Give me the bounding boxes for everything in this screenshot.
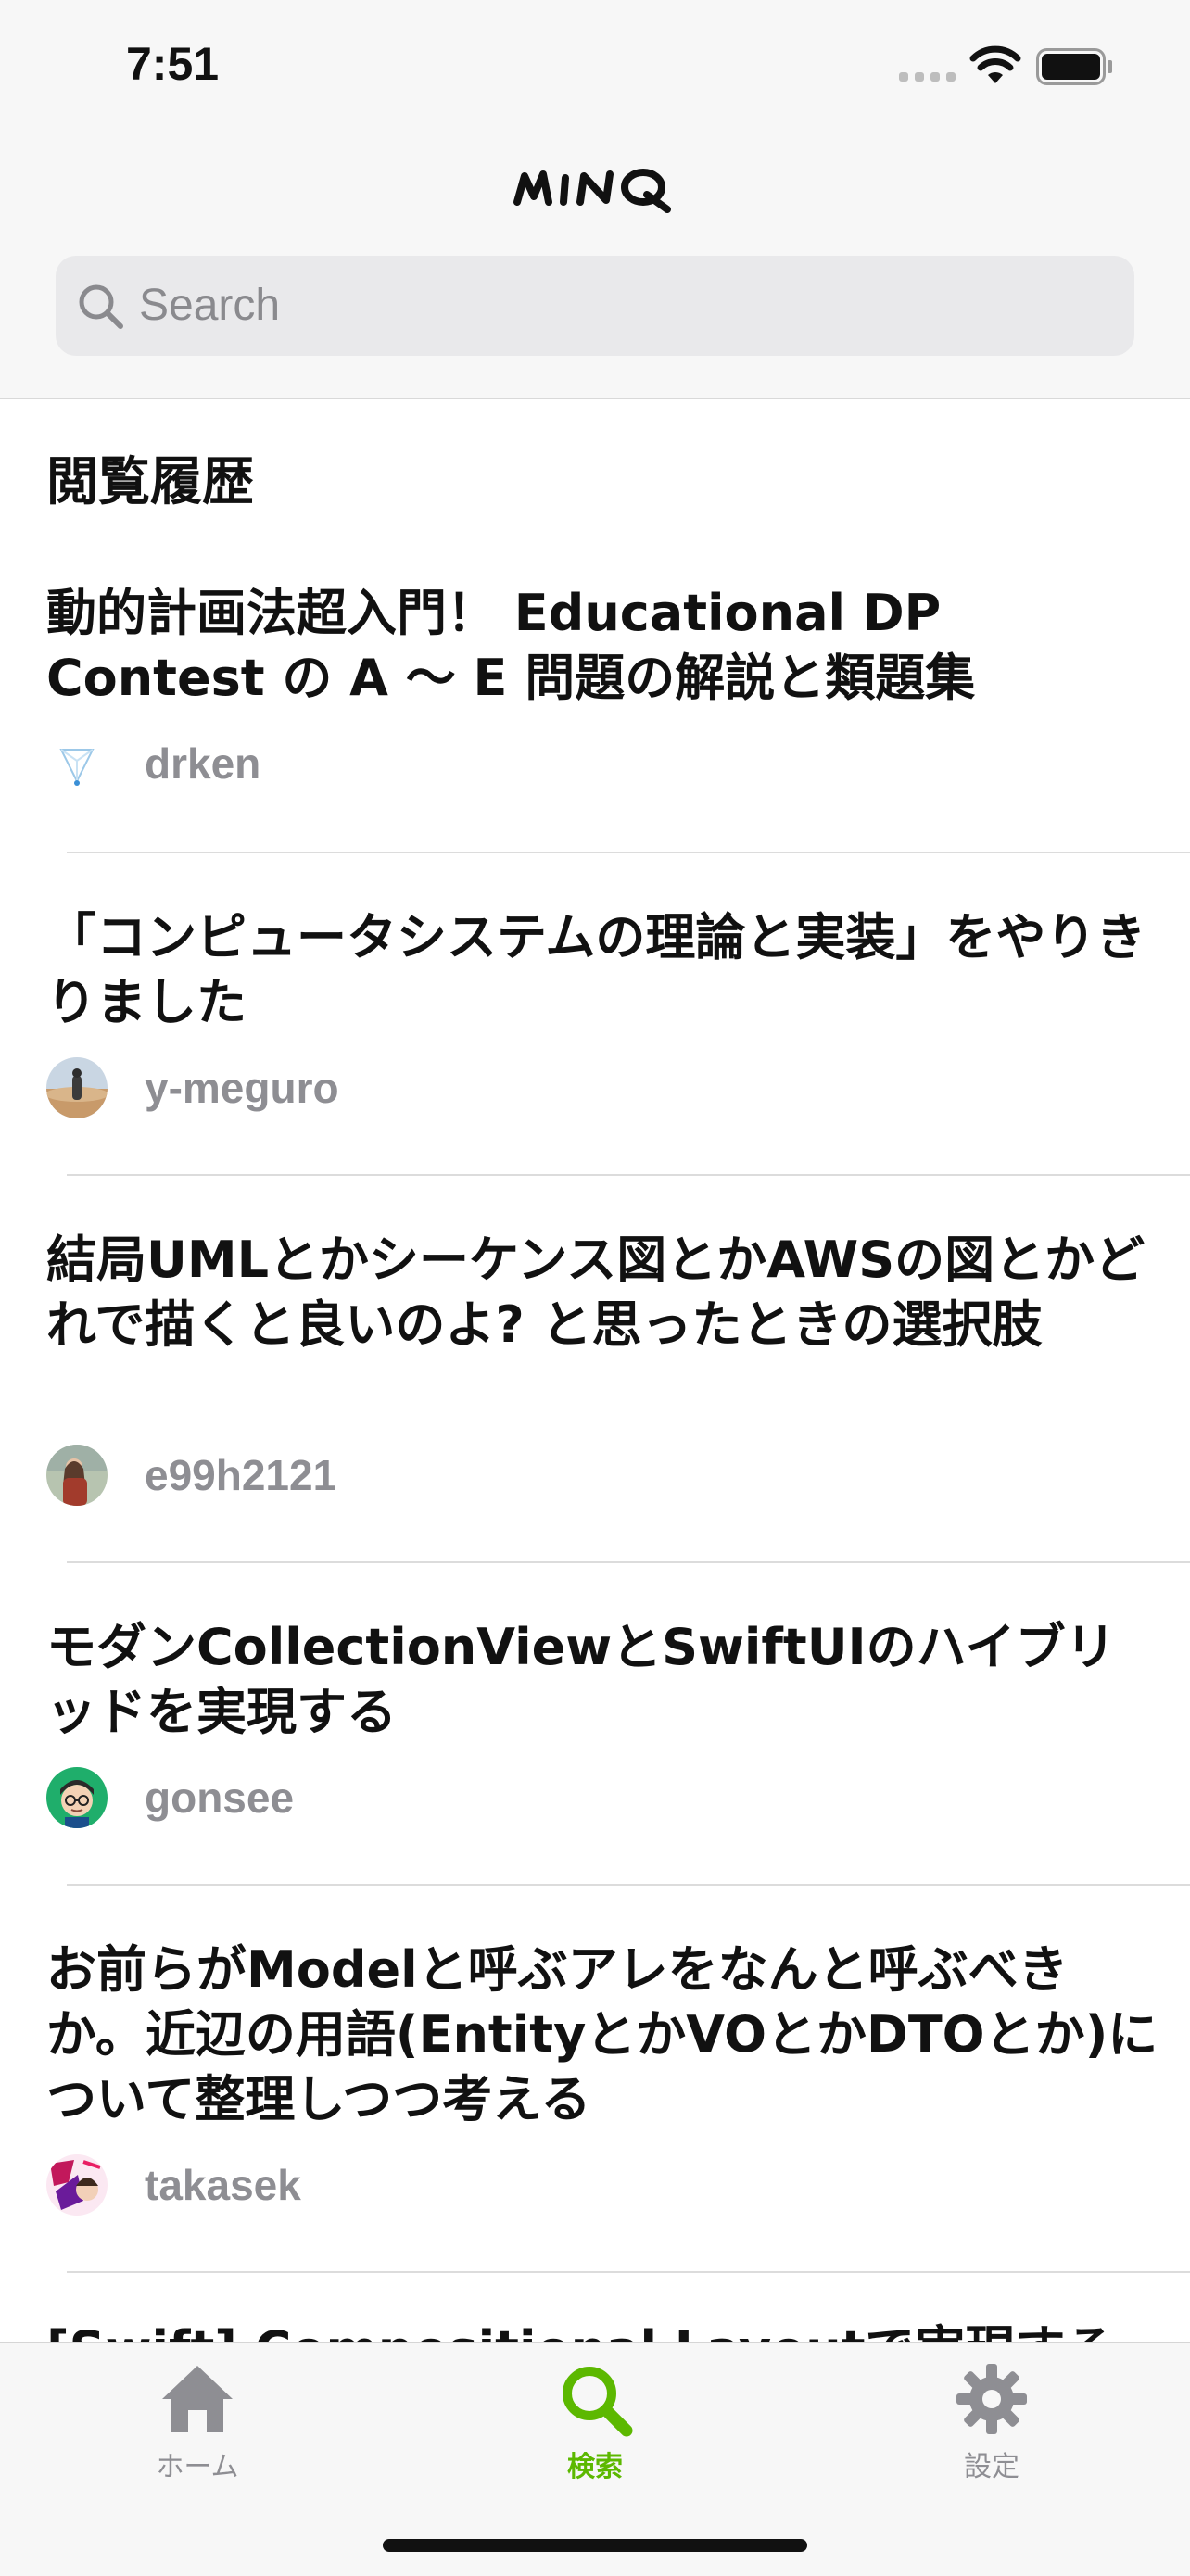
- article-title: 動的計画法超入門！ Educational DP Contest の A 〜 E…: [46, 584, 976, 707]
- list-separator: [67, 852, 1190, 853]
- tab-home[interactable]: ホーム: [105, 2360, 290, 2499]
- author-name: gonsee: [145, 1774, 295, 1822]
- list-item[interactable]: 動的計画法超入門！ Educational DP Contest の A 〜 E…: [0, 581, 1190, 840]
- person-portrait-avatar: [46, 1445, 108, 1506]
- list-separator: [67, 1174, 1190, 1176]
- list-item[interactable]: 「コンピュータシステムの理論と実装」をやりきりました y-meguro: [0, 905, 1190, 1118]
- section-title: 閲覧履歴: [46, 452, 254, 512]
- list-separator: [67, 1561, 1190, 1563]
- status-time: 7:51: [126, 38, 220, 90]
- list-item[interactable]: モダンCollectionViewとSwiftUIのハイブリッドを実現する go…: [0, 1615, 1190, 1828]
- author-name: y-meguro: [145, 1064, 339, 1112]
- article-title: 「コンピュータシステムの理論と実装」をやりきりました: [46, 908, 1146, 1031]
- desert-traveler-avatar: [46, 1057, 108, 1118]
- gear-icon: [956, 2364, 1027, 2434]
- tab-search-label: 検索: [567, 2451, 623, 2483]
- list-item[interactable]: [Swift] Compositional Layoutで実現する: [0, 2317, 1190, 2342]
- history-list[interactable]: 閲覧履歴 動的計画法超入門！ Educational DP Contest の …: [0, 399, 1190, 2342]
- minq-logo: [513, 169, 671, 213]
- article-title: [Swift] Compositional Layoutで実現する: [46, 2317, 1158, 2342]
- cellular-signal-icon: [899, 72, 956, 82]
- author-name: e99h2121: [145, 1451, 337, 1499]
- article-title: モダンCollectionViewとSwiftUIのハイブリッドを実現する: [46, 1618, 1116, 1741]
- navigation-header: 7:51 Search: [0, 0, 1190, 399]
- list-separator: [67, 1884, 1190, 1886]
- diamond-logo-avatar: [46, 733, 108, 794]
- cartoon-glasses-avatar: [46, 1767, 108, 1828]
- tab-search[interactable]: 検索: [502, 2360, 688, 2499]
- wifi-icon: [969, 45, 1021, 83]
- list-separator: [67, 2271, 1190, 2273]
- author-name: drken: [145, 739, 261, 788]
- tab-settings-label: 設定: [964, 2451, 1019, 2483]
- tab-settings[interactable]: 設定: [899, 2360, 1084, 2499]
- search-icon: [79, 284, 123, 329]
- list-item[interactable]: 結局UMLとかシーケンス図とかAWSの図とかどれで描くと良いのよ? と思ったとき…: [0, 1228, 1190, 1506]
- home-indicator: [383, 2539, 807, 2552]
- comic-art-avatar: [46, 2154, 108, 2216]
- search-placeholder: Search: [139, 281, 281, 330]
- battery-icon: [1036, 48, 1112, 85]
- house-icon: [162, 2366, 233, 2432]
- tab-home-label: ホーム: [156, 2451, 239, 2483]
- magnifier-icon: [563, 2367, 633, 2437]
- article-title: お前らがModelと呼ぶアレをなんと呼ぶべきか。近辺の用語(EntityとかVO…: [46, 1940, 1158, 2128]
- article-title: 結局UMLとかシーケンス図とかAWSの図とかどれで描くと良いのよ? と思ったとき…: [46, 1231, 1146, 1354]
- search-bar[interactable]: Search: [56, 256, 1134, 356]
- author-name: takasek: [145, 2161, 301, 2209]
- list-item[interactable]: お前らがModelと呼ぶアレをなんと呼ぶべきか。近辺の用語(EntityとかVO…: [0, 1938, 1190, 2216]
- status-bar: 7:51: [0, 0, 1190, 130]
